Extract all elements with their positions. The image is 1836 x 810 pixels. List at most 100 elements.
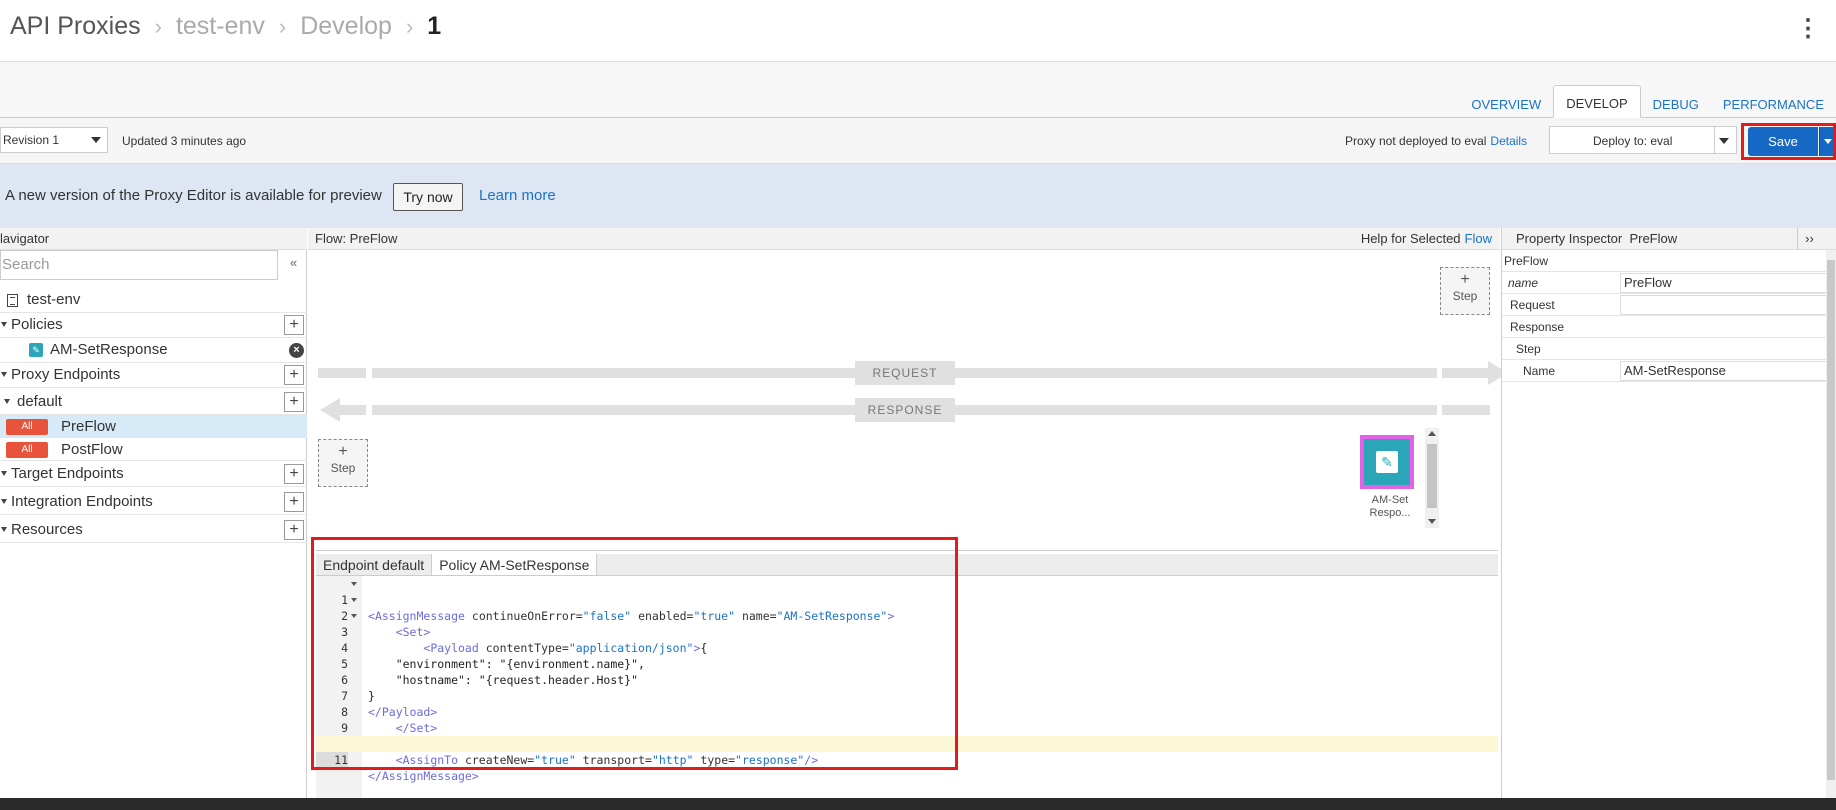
plus-icon: + xyxy=(1460,271,1470,288)
collapse-left-icon[interactable]: « xyxy=(290,255,297,270)
deploy-dropdown[interactable]: Deploy to: eval xyxy=(1549,126,1737,154)
inspector-key: PreFlow xyxy=(1504,254,1549,268)
preview-banner: A new version of the Proxy Editor is ava… xyxy=(0,164,1836,228)
flow-header: Flow: PreFlow Help for Selected Flow xyxy=(308,228,1500,250)
breadcrumb: API Proxies › test-env › Develop › 1 xyxy=(10,12,441,41)
add-proxy-endpoint-button[interactable]: + xyxy=(284,365,304,385)
chevron-down-icon xyxy=(91,137,101,143)
flow-badge: All xyxy=(6,419,48,435)
kebab-menu-icon[interactable]: ⋮ xyxy=(1796,14,1820,43)
flow-help: Help for Selected Flow xyxy=(1361,228,1492,250)
details-link[interactable]: Details xyxy=(1490,134,1527,148)
pencil-icon: ✎ xyxy=(1376,451,1398,473)
request-lane-segment xyxy=(318,368,366,378)
scroll-down-icon[interactable] xyxy=(1428,519,1436,524)
caret-down-icon xyxy=(1,322,7,327)
nav-section-label: Integration Endpoints xyxy=(11,493,153,510)
nav-section-label: Policies xyxy=(11,316,63,333)
deploy-status: Proxy not deployed to eval Details xyxy=(1345,134,1527,148)
nav-section-proxy-endpoints[interactable]: Proxy Endpoints + xyxy=(0,363,307,388)
tab-performance[interactable]: PERFORMANCE xyxy=(1711,87,1836,118)
try-now-button[interactable]: Try now xyxy=(393,183,463,211)
updated-status: Updated 3 minutes ago xyxy=(122,134,247,148)
learn-more-link[interactable]: Learn more xyxy=(479,187,556,204)
editor-toolbar: Revision 1 Updated 3 minutes ago Proxy n… xyxy=(0,118,1836,164)
inspector-row: PreFlow xyxy=(1502,250,1827,272)
nav-policy-label: AM-SetResponse xyxy=(50,341,168,358)
revision-select[interactable]: Revision 1 xyxy=(0,127,108,153)
plus-icon: + xyxy=(338,443,348,460)
nav-flow-postflow[interactable]: All PostFlow xyxy=(0,438,307,461)
os-taskbar xyxy=(0,798,1836,810)
nav-endpoint-default[interactable]: default + xyxy=(0,390,307,415)
nav-section-policies[interactable]: Policies + xyxy=(0,313,307,338)
nav-section-integration-endpoints[interactable]: Integration Endpoints + xyxy=(0,490,307,515)
scroll-thumb[interactable] xyxy=(1827,260,1835,780)
inspector-key: Step xyxy=(1516,342,1541,356)
arrow-left-icon xyxy=(320,398,340,422)
caret-down-icon xyxy=(4,399,10,404)
response-step-button[interactable]: + Step xyxy=(318,439,368,487)
add-flow-button[interactable]: + xyxy=(284,392,304,412)
policy-step-label-line: AM-Set xyxy=(1371,494,1409,506)
help-label: Help for Selected xyxy=(1360,231,1461,246)
delete-circle-icon[interactable]: × xyxy=(289,343,304,358)
inspector-row: Response xyxy=(1502,316,1827,338)
breadcrumb-api-proxies[interactable]: API Proxies xyxy=(10,12,141,41)
step-label: Step xyxy=(1452,289,1478,303)
nav-section-label: Resources xyxy=(11,521,83,538)
nav-policy-item[interactable]: ✎ AM-SetResponse × xyxy=(0,338,307,363)
help-flow-link[interactable]: Flow xyxy=(1465,231,1492,246)
request-step-button[interactable]: + Step xyxy=(1440,267,1490,315)
save-highlight-box xyxy=(1741,123,1836,160)
chevron-down-icon[interactable] xyxy=(1719,138,1729,144)
inspector-row: Name AM-SetResponse xyxy=(1502,360,1827,382)
nav-section-label: Target Endpoints xyxy=(11,465,124,482)
add-resource-button[interactable]: + xyxy=(284,520,304,540)
inspector-request-field[interactable] xyxy=(1620,295,1827,315)
property-inspector-panel: Property Inspector PreFlow ›› PreFlow na… xyxy=(1501,228,1836,800)
inspector-step-name-field[interactable]: AM-SetResponse xyxy=(1620,361,1827,381)
code-text: </AssignMessage> xyxy=(368,769,479,783)
nav-flow-preflow[interactable]: All PreFlow xyxy=(0,415,307,438)
request-label: REQUEST xyxy=(855,361,955,385)
add-integration-endpoint-button[interactable]: + xyxy=(284,492,304,512)
nav-section-target-endpoints[interactable]: Target Endpoints + xyxy=(0,462,307,487)
scroll-up-icon[interactable] xyxy=(1428,431,1436,436)
top-header: API Proxies › test-env › Develop › 1 ⋮ xyxy=(0,0,1836,62)
nav-proxy-name: test-env xyxy=(27,291,81,308)
add-policy-button[interactable]: + xyxy=(284,315,304,335)
collapse-right-icon[interactable]: ›› xyxy=(1797,228,1821,250)
inspector-name-field[interactable]: PreFlow xyxy=(1620,273,1827,293)
scroll-thumb[interactable] xyxy=(1427,444,1437,508)
flow-title: Flow: PreFlow xyxy=(315,231,398,246)
tab-overview[interactable]: OVERVIEW xyxy=(1459,87,1553,118)
nav-proxy-root[interactable]: test-env xyxy=(0,288,307,313)
policy-step-label-line: Respo... xyxy=(1369,507,1411,519)
step-label: Step xyxy=(330,461,356,475)
navigator-search-input[interactable]: Search xyxy=(0,250,278,280)
response-lane-segment xyxy=(340,405,366,415)
inspector-key: Request xyxy=(1510,298,1555,312)
breadcrumb-proxy-name[interactable]: test-env xyxy=(176,12,265,41)
caret-down-icon xyxy=(1,372,7,377)
caret-down-icon xyxy=(1,499,7,504)
am-setresponse-policy-step[interactable]: ✎ xyxy=(1360,435,1414,489)
request-lane-segment xyxy=(1442,368,1488,378)
inspector-scrollbar[interactable] xyxy=(1826,250,1836,800)
nav-flow-label: PostFlow xyxy=(61,441,123,458)
nav-section-resources[interactable]: Resources + xyxy=(0,518,307,543)
tab-debug[interactable]: DEBUG xyxy=(1641,87,1711,118)
breadcrumb-develop[interactable]: Develop xyxy=(300,12,392,41)
breadcrumb-separator-icon: › xyxy=(278,13,287,39)
deploy-status-text: Proxy not deployed to eval xyxy=(1345,134,1487,148)
navigator-panel: lavigator Search « test-env Policies + ✎… xyxy=(0,228,307,800)
nav-endpoint-label: default xyxy=(17,393,63,410)
tab-develop[interactable]: DEVELOP xyxy=(1553,85,1641,118)
flow-canvas: Flow: PreFlow Help for Selected Flow xyxy=(308,228,1500,550)
deploy-divider xyxy=(1714,127,1715,153)
add-target-endpoint-button[interactable]: + xyxy=(284,464,304,484)
breadcrumb-separator-icon: › xyxy=(405,13,414,39)
flow-scrollbar[interactable] xyxy=(1425,428,1439,528)
inspector-key: name xyxy=(1508,276,1539,290)
